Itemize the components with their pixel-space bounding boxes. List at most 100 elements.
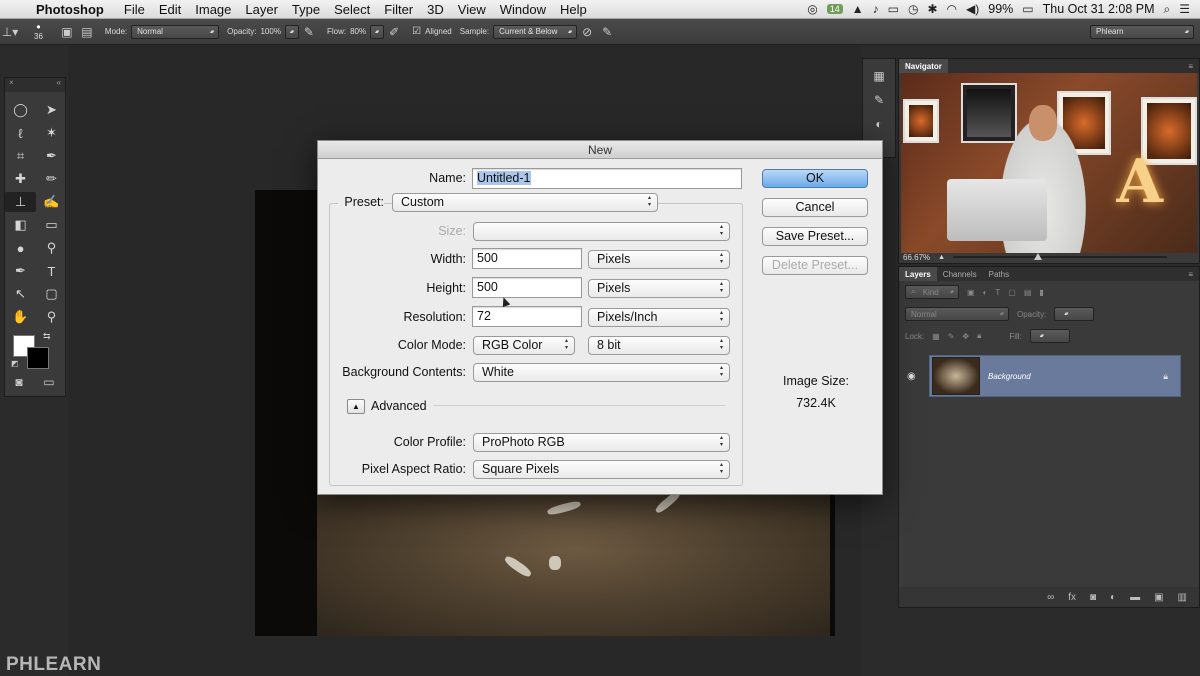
magic-wand-tool-icon[interactable]: ✶ <box>36 123 67 143</box>
zoom-slider[interactable] <box>953 253 1167 260</box>
lock-transparent-icon[interactable]: ▦ <box>932 332 940 341</box>
eyedropper-tool-icon[interactable]: ✒ <box>36 146 67 166</box>
filter-shape-icon[interactable]: ▢ <box>1008 288 1016 297</box>
quick-mask-icon[interactable]: ◙ <box>15 375 22 389</box>
menu-layer[interactable]: Layer <box>245 2 290 17</box>
blur-tool-icon[interactable]: ● <box>5 238 36 258</box>
preset-dropdown[interactable]: Custom <box>392 193 658 212</box>
shape-tool-icon[interactable]: ▢ <box>36 284 67 304</box>
pressure-size-icon[interactable]: ✎ <box>597 23 617 41</box>
battery-icon[interactable]: ▭ <box>1022 2 1033 16</box>
opacity-dropdown[interactable] <box>284 24 299 39</box>
brush-tool-icon[interactable]: ✏ <box>36 169 67 189</box>
pen-tool-icon[interactable]: ✒ <box>5 261 36 281</box>
menu-image[interactable]: Image <box>195 2 243 17</box>
creative-cloud-icon[interactable]: ◎ <box>807 2 817 16</box>
height-unit-dropdown[interactable]: Pixels <box>588 279 730 298</box>
notification-center-icon[interactable]: ☰ <box>1179 2 1190 16</box>
menu-type[interactable]: Type <box>292 2 332 17</box>
mode-dropdown[interactable]: Normal <box>131 24 220 39</box>
menu-app-name[interactable]: Photoshop <box>36 2 116 17</box>
layer-row[interactable]: Background 🔒︎ <box>929 355 1181 397</box>
layer-style-icon[interactable]: fx <box>1068 592 1076 603</box>
zoom-slider-knob[interactable] <box>1034 253 1043 260</box>
flow-value[interactable]: 80% <box>350 27 366 36</box>
width-unit-dropdown[interactable]: Pixels <box>588 250 730 269</box>
tab-paths[interactable]: Paths <box>983 267 1015 281</box>
close-icon[interactable]: × <box>9 78 14 92</box>
sample-dropdown[interactable]: Current & Below <box>493 24 578 39</box>
clone-source-panel-icon[interactable]: ▣ <box>57 23 77 41</box>
tools-panel-header[interactable]: × « <box>5 78 65 92</box>
menu-file[interactable]: File <box>124 2 157 17</box>
menu-view[interactable]: View <box>458 2 498 17</box>
clone-stamp-tool-icon[interactable]: ⊥ <box>5 192 36 212</box>
lock-position-icon[interactable]: ✥ <box>962 332 969 341</box>
panel-menu-icon[interactable]: ≡ <box>1188 270 1193 279</box>
new-layer-icon[interactable]: ▣ <box>1154 592 1163 603</box>
histogram-icon[interactable]: ▦ <box>873 69 884 83</box>
zoom-out-icon[interactable]: ▲ <box>938 254 945 261</box>
notification-badge[interactable]: 14 <box>826 4 843 14</box>
filter-type-icon[interactable]: T <box>995 288 1000 297</box>
airbrush-icon[interactable]: ✐ <box>384 23 404 41</box>
ok-button[interactable]: OK <box>762 169 868 188</box>
cancel-button[interactable]: Cancel <box>762 198 868 217</box>
zoom-tool-icon[interactable]: ⚲ <box>36 307 67 327</box>
resolution-unit-dropdown[interactable]: Pixels/Inch <box>588 308 730 327</box>
delete-preset-button[interactable]: Delete Preset... <box>762 256 868 275</box>
bluetooth-icon[interactable]: ✱ <box>927 2 937 16</box>
spotlight-search-icon[interactable]: ⌕ <box>1164 2 1171 17</box>
default-colors-icon[interactable]: ◩ <box>11 359 19 368</box>
path-selection-tool-icon[interactable]: ↖ <box>5 284 36 304</box>
menu-select[interactable]: Select <box>334 2 382 17</box>
move-tool-icon[interactable]: ➤ <box>36 100 67 120</box>
history-brush-tool-icon[interactable]: ✍ <box>36 192 67 212</box>
bit-depth-dropdown[interactable]: 8 bit <box>588 336 730 355</box>
wifi-icon[interactable]: ◠ <box>947 2 957 16</box>
fill-field[interactable] <box>1029 329 1070 343</box>
height-field[interactable]: 500 <box>472 277 582 298</box>
color-profile-dropdown[interactable]: ProPhoto RGB <box>473 433 730 452</box>
tab-channels[interactable]: Channels <box>937 267 983 281</box>
brush-presets-icon[interactable]: ✎ <box>874 93 884 107</box>
name-field[interactable]: Untitled-1 <box>472 168 742 189</box>
pixel-aspect-ratio-dropdown[interactable]: Square Pixels <box>473 460 730 479</box>
brush-size[interactable]: • 36 <box>34 21 43 41</box>
menu-3d[interactable]: 3D <box>427 2 456 17</box>
advanced-toggle-button[interactable]: ▲ <box>347 399 365 414</box>
time-machine-icon[interactable]: ◷ <box>908 2 918 16</box>
menu-help[interactable]: Help <box>560 2 599 17</box>
eraser-tool-icon[interactable]: ◧ <box>5 215 36 235</box>
drive-icon[interactable]: ▲ <box>852 2 864 16</box>
screen-mode-icon[interactable]: ▭ <box>43 375 54 389</box>
lock-all-icon[interactable]: 🔒︎ <box>977 331 981 341</box>
lock-image-icon[interactable]: ✎ <box>948 332 955 341</box>
background-color[interactable] <box>27 347 49 369</box>
menu-window[interactable]: Window <box>500 2 558 17</box>
layer-opacity-field[interactable] <box>1054 307 1095 321</box>
opacity-value[interactable]: 100% <box>260 27 280 36</box>
navigator-preview[interactable]: A <box>901 73 1197 253</box>
blend-mode-dropdown[interactable]: Normal <box>905 307 1009 321</box>
tab-navigator[interactable]: Navigator <box>899 59 948 73</box>
healing-brush-tool-icon[interactable]: ✚ <box>5 169 36 189</box>
workspace-dropdown[interactable]: Phlearn <box>1090 24 1194 39</box>
swap-colors-icon[interactable]: ⇆ <box>43 331 51 342</box>
menu-filter[interactable]: Filter <box>384 2 425 17</box>
volume-icon[interactable]: ◀) <box>966 2 979 16</box>
visibility-eye-icon[interactable]: ◉ <box>907 371 916 382</box>
background-contents-dropdown[interactable]: White <box>473 363 730 382</box>
zoom-value[interactable]: 66.67% <box>903 253 930 262</box>
new-group-icon[interactable]: ▬ <box>1130 592 1140 603</box>
clock[interactable]: Thu Oct 31 2:08 PM <box>1043 2 1155 16</box>
gradient-tool-icon[interactable]: ▭ <box>36 215 67 235</box>
add-mask-icon[interactable]: ◙ <box>1090 592 1096 603</box>
bell-icon[interactable]: ♪ <box>873 2 879 16</box>
pressure-opacity-icon[interactable]: ✎ <box>299 23 319 41</box>
color-mode-dropdown[interactable]: RGB Color <box>473 336 575 355</box>
hand-tool-icon[interactable]: ✋ <box>5 307 36 327</box>
aligned-checkbox[interactable]: ☑ <box>412 26 421 37</box>
panel-menu-icon[interactable]: ≡ <box>1188 62 1193 71</box>
save-preset-button[interactable]: Save Preset... <box>762 227 868 246</box>
